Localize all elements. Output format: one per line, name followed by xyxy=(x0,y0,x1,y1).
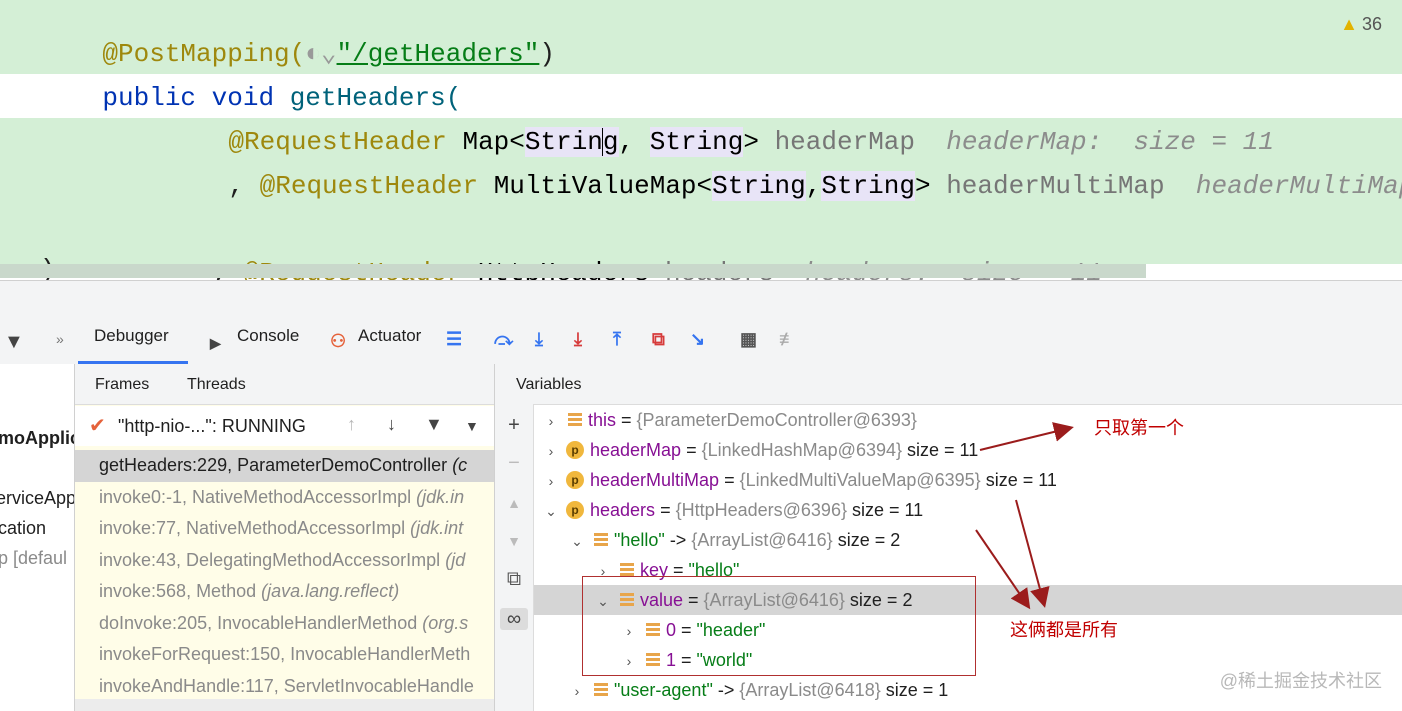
annotation-first-only: 只取第一个 xyxy=(1094,418,1184,438)
annotation-both-all: 这俩都是所有 xyxy=(1010,620,1118,640)
annotation-arrow xyxy=(975,529,1031,610)
annotation-arrow xyxy=(1015,499,1050,608)
annotation-arrow xyxy=(979,422,1074,451)
annotation-box xyxy=(582,576,976,676)
watermark: @稀土掘金技术社区 xyxy=(1219,671,1382,691)
